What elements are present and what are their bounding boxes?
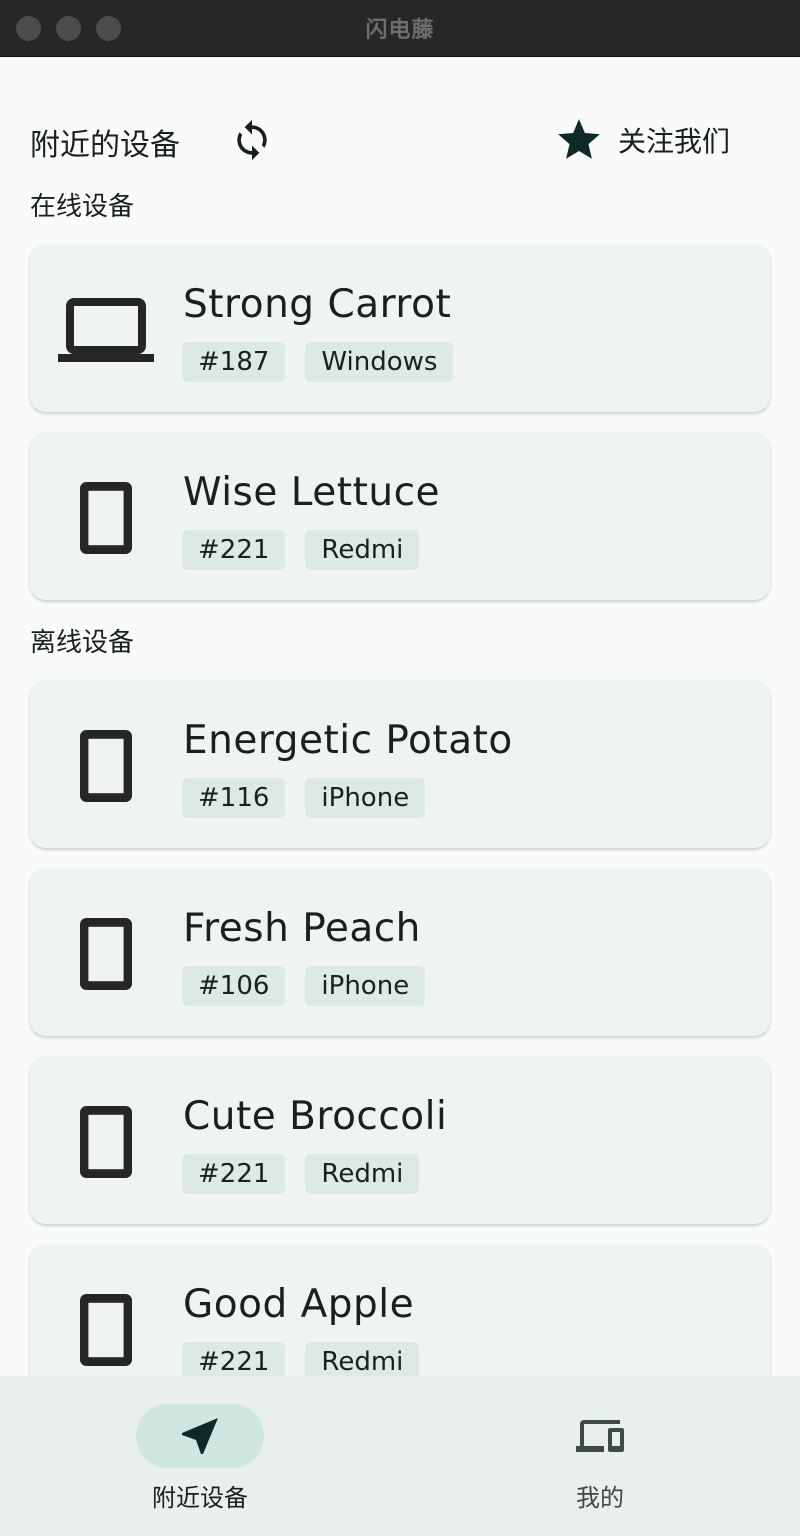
refresh-icon[interactable] xyxy=(230,118,274,162)
offline-section-label: 离线设备 xyxy=(30,628,135,658)
device-platform-tag: iPhone xyxy=(305,966,426,1006)
device-card[interactable]: Cute Broccoli #221 Redmi xyxy=(30,1056,770,1224)
bottom-navigation: 附近设备 我的 xyxy=(0,1376,800,1536)
star-icon xyxy=(558,119,600,159)
devices-icon xyxy=(576,1420,624,1452)
device-platform-tag: Redmi xyxy=(305,530,420,570)
device-card[interactable]: Energetic Potato #116 iPhone xyxy=(30,680,770,848)
follow-us-button[interactable]: 关注我们 xyxy=(554,112,754,168)
device-tags: #221 Redmi xyxy=(182,1154,420,1194)
send-icon xyxy=(182,1418,218,1454)
device-id-tag: #106 xyxy=(182,966,286,1006)
device-id-tag: #221 xyxy=(182,530,286,570)
device-name: Wise Lettuce xyxy=(183,470,441,515)
nav-item-mine[interactable]: 我的 xyxy=(400,1376,800,1536)
online-section-label: 在线设备 xyxy=(30,192,135,222)
device-card[interactable]: Fresh Peach #106 iPhone xyxy=(30,868,770,1036)
device-platform-tag: Windows xyxy=(305,342,454,382)
device-name: Fresh Peach xyxy=(183,906,421,951)
device-card[interactable]: Strong Carrot #187 Windows xyxy=(30,244,770,412)
device-platform-tag: iPhone xyxy=(305,778,426,818)
device-name: Good Apple xyxy=(183,1282,415,1327)
page-title: 附近的设备 xyxy=(30,128,180,163)
tablet-icon xyxy=(80,918,132,990)
device-id-tag: #116 xyxy=(182,778,286,818)
device-name: Strong Carrot xyxy=(183,282,452,327)
tablet-icon xyxy=(80,1106,132,1178)
device-tags: #106 iPhone xyxy=(182,966,426,1006)
app-window: 闪电藤 附近的设备 关注我们 在线设备 离线设备 Strong Carrot #… xyxy=(0,0,800,1536)
tablet-icon xyxy=(80,1294,132,1366)
device-id-tag: #187 xyxy=(182,342,286,382)
title-bar: 闪电藤 xyxy=(0,0,800,57)
laptop-icon xyxy=(58,298,154,362)
device-tags: #221 Redmi xyxy=(182,530,420,570)
nav-item-nearby[interactable]: 附近设备 xyxy=(0,1376,400,1536)
device-tags: #187 Windows xyxy=(182,342,454,382)
follow-us-label: 关注我们 xyxy=(618,125,731,158)
page-header: 附近的设备 关注我们 xyxy=(0,110,800,170)
nav-label: 附近设备 xyxy=(152,1484,248,1512)
device-name: Energetic Potato xyxy=(183,718,513,763)
device-name: Cute Broccoli xyxy=(183,1094,448,1139)
tablet-icon xyxy=(80,730,132,802)
device-tags: #116 iPhone xyxy=(182,778,426,818)
tablet-icon xyxy=(80,482,132,554)
device-card[interactable]: Wise Lettuce #221 Redmi xyxy=(30,432,770,600)
device-id-tag: #221 xyxy=(182,1154,286,1194)
device-platform-tag: Redmi xyxy=(305,1154,420,1194)
nav-label: 我的 xyxy=(576,1484,624,1512)
window-title: 闪电藤 xyxy=(365,18,435,43)
